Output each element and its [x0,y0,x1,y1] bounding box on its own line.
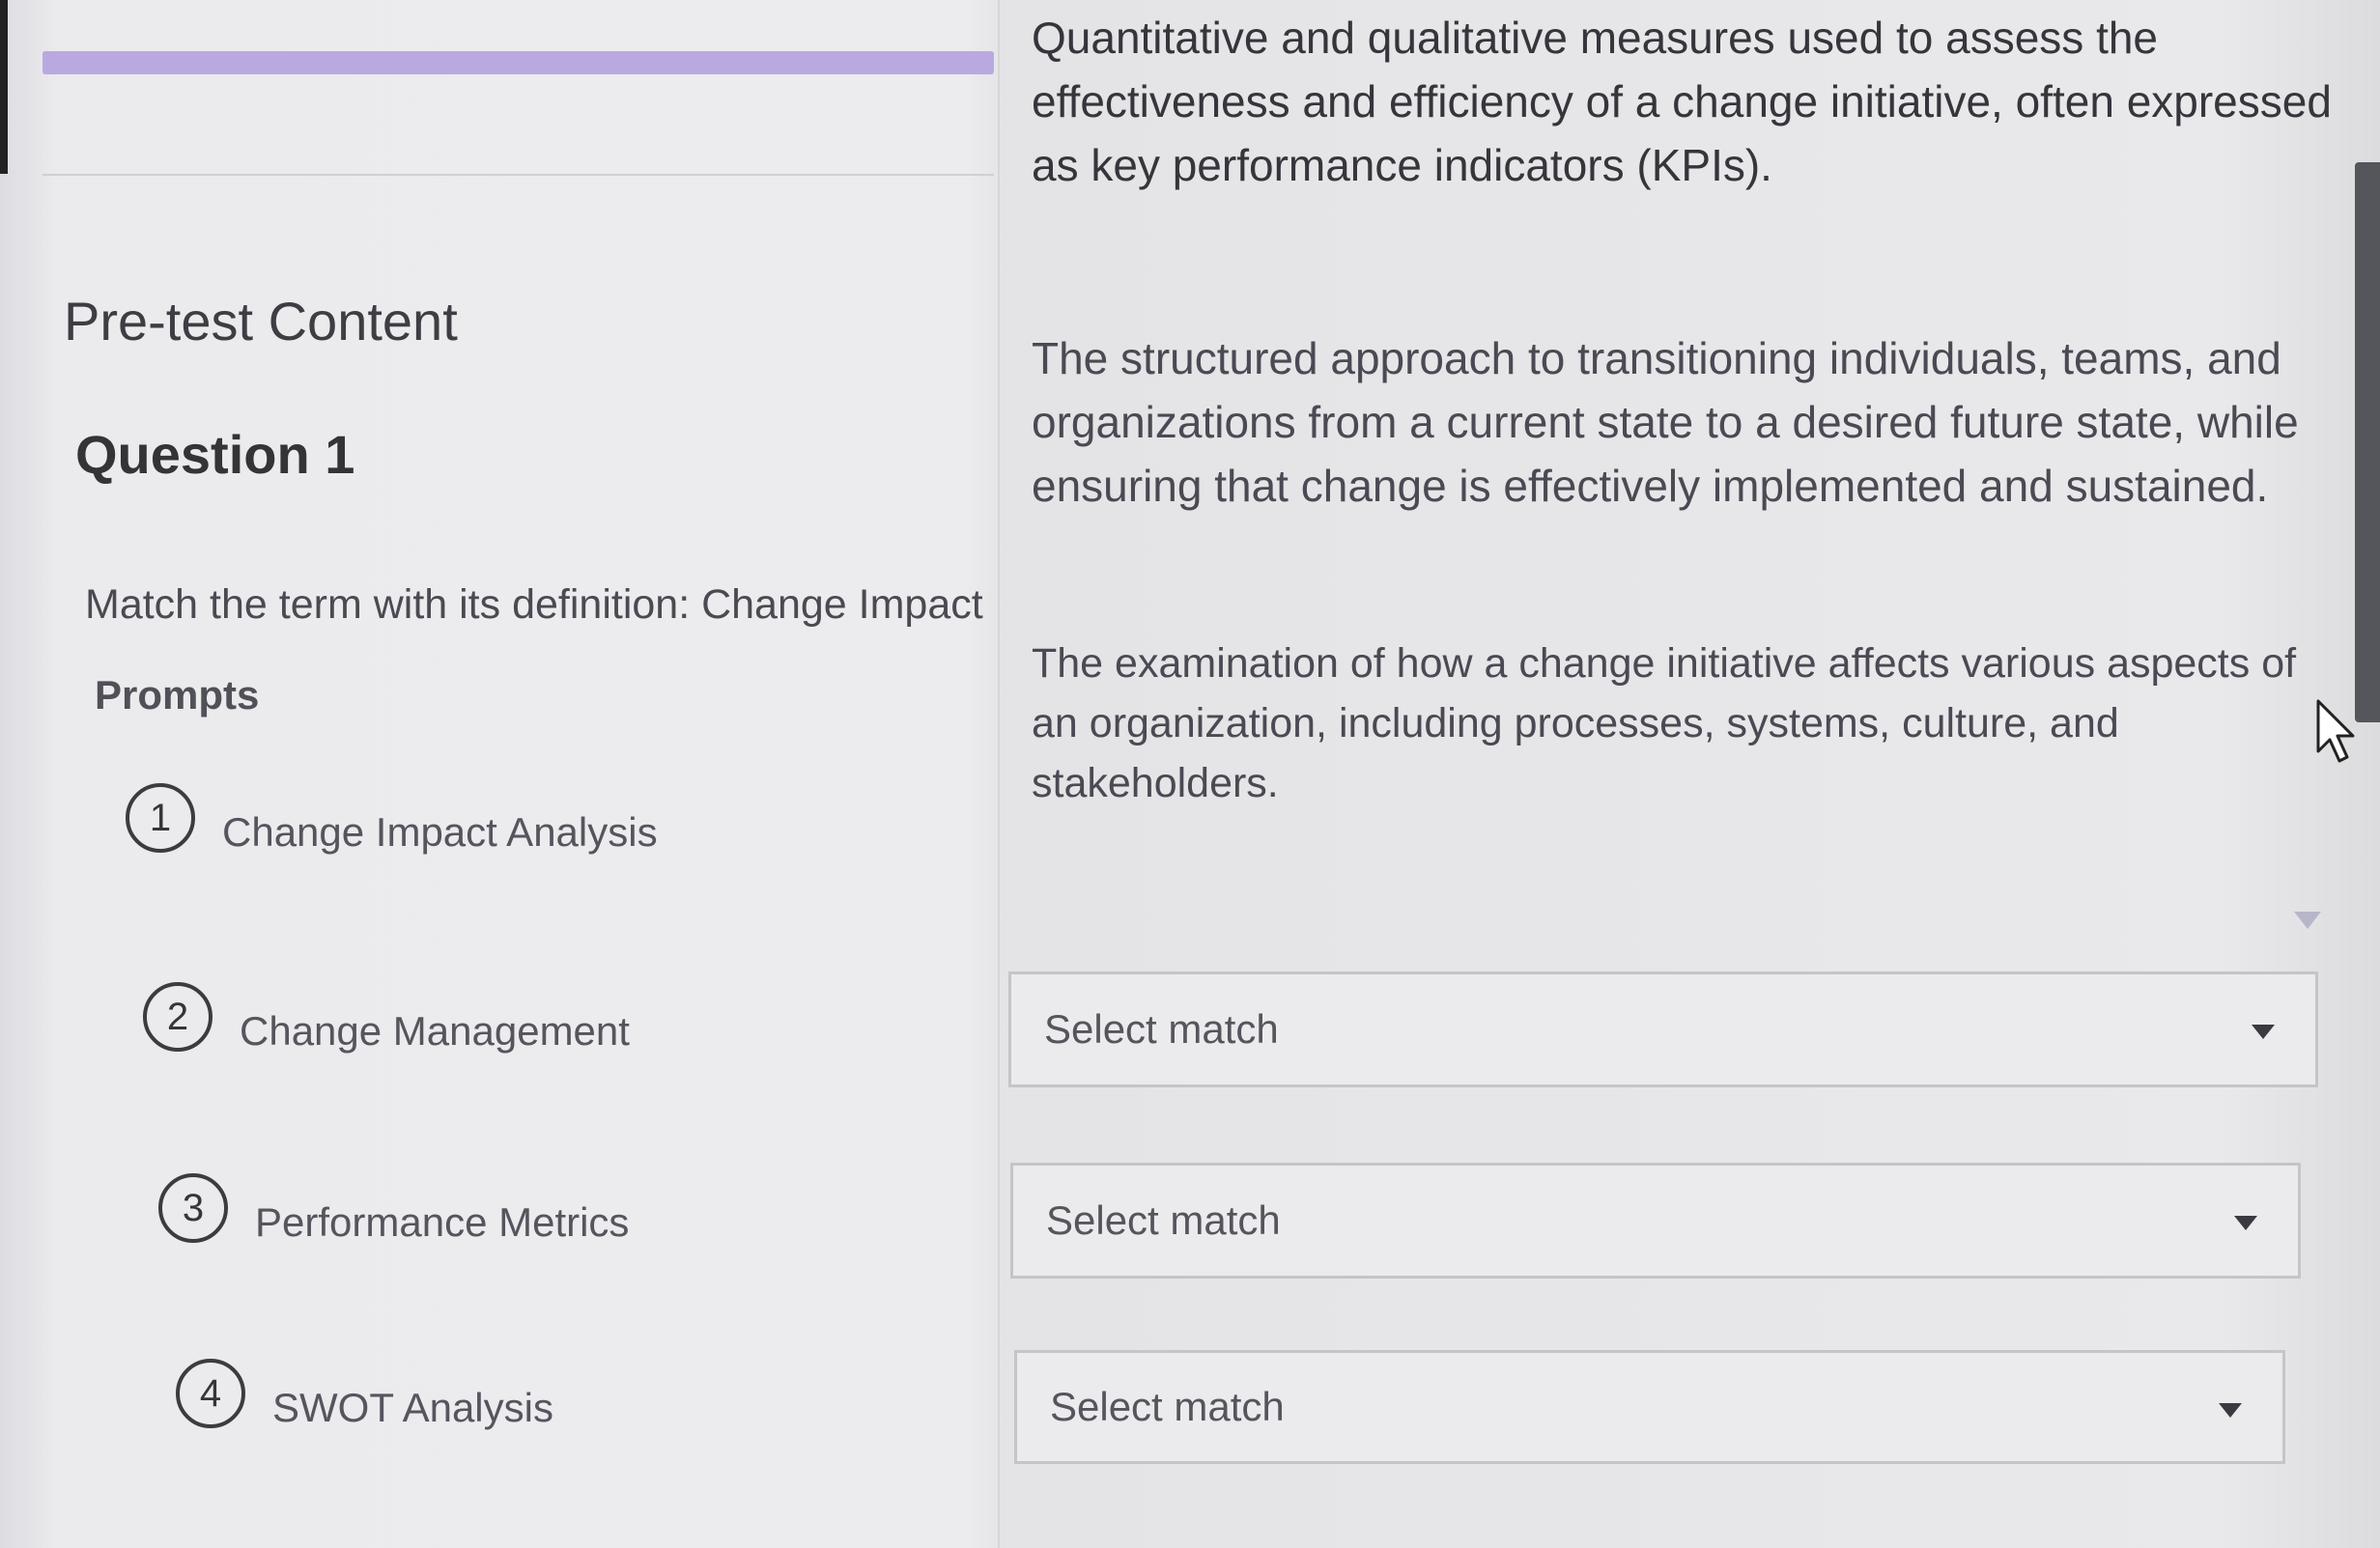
definition-3: The examination of how a change initiati… [1032,640,2297,806]
header-divider [42,174,994,176]
question-title: Question 1 [75,424,355,485]
definition-2: The structured approach to transitioning… [1032,333,2299,511]
scrollbar[interactable] [2355,162,2380,722]
window-edge [0,0,8,174]
select-value-1: Select match [1044,1006,1279,1052]
column-divider [998,0,1000,1548]
section-title: Pre-test Content [64,291,458,352]
prompt-label-2: Change Management [240,1008,630,1054]
prompt-number-2: 2 [143,982,212,1052]
chevron-down-icon [2234,1216,2257,1230]
prompt-number-1: 1 [126,783,195,853]
question-text: Match the term with its definition: Chan… [85,581,983,628]
prompt-label-1: Change Impact Analysis [222,809,658,855]
select-value-2: Select match [1046,1197,1281,1243]
prompt-item-2: 2 Change Management [143,979,630,1055]
progress-bar [42,51,994,74]
prompts-label: Prompts [95,672,260,718]
select-value-3: Select match [1050,1384,1285,1429]
chevron-down-icon [2294,912,2321,929]
mouse-pointer-icon [2316,699,2355,763]
chevron-down-icon [2252,1025,2275,1039]
prompt-label-4: SWOT Analysis [272,1385,553,1430]
prompt-number-4: 4 [176,1359,245,1428]
page: Pre-test Content Question 1 Match the te… [0,0,2380,1548]
prompt-number-3: 3 [158,1173,228,1243]
prompt-item-4: 4 SWOT Analysis [176,1356,553,1431]
definition-1: Quantitative and qualitative measures us… [1032,13,2332,190]
prompt-item-3: 3 Performance Metrics [158,1170,629,1246]
chevron-down-icon [2219,1403,2242,1418]
select-match-2[interactable]: Select match [1010,1163,2301,1279]
progress-fill [42,51,994,74]
select-match-1[interactable]: Select match [1008,971,2318,1087]
prompt-item-1: 1 Change Impact Analysis [126,780,658,856]
select-match-3[interactable]: Select match [1014,1350,2285,1464]
prompt-label-3: Performance Metrics [255,1199,630,1245]
